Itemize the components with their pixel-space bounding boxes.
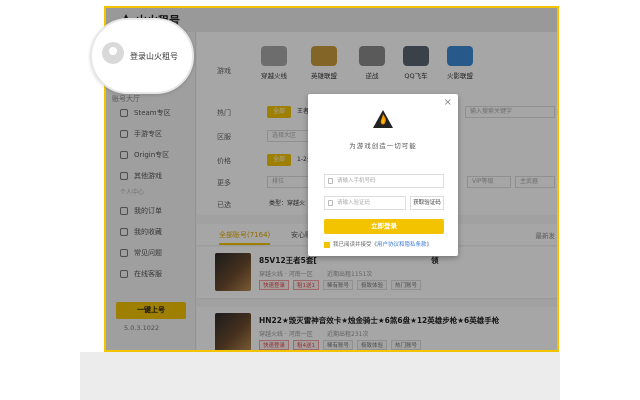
agreement-row: 我已阅读并接受《用户协议和隐私条款》 — [324, 240, 432, 248]
login-submit-button[interactable]: 立即登录 — [324, 219, 444, 234]
phone-icon — [328, 178, 333, 184]
phone-placeholder: 请输入手机号码 — [337, 178, 376, 184]
dialog-tagline: 为游戏创造一切可能 — [349, 142, 417, 150]
get-code-button[interactable]: 获取验证码 — [410, 196, 444, 210]
terms-link[interactable]: 用户协议和隐私条款 — [377, 242, 427, 248]
login-badge-callout[interactable]: 登录山火租号 — [90, 18, 194, 94]
background-panel — [80, 352, 560, 400]
flame-mountain-logo-icon — [373, 110, 393, 128]
close-icon[interactable]: × — [444, 97, 452, 108]
verification-code-field[interactable]: 请输入验证码 — [324, 196, 406, 210]
phone-field[interactable]: 请输入手机号码 — [324, 174, 444, 188]
agreement-checkbox[interactable] — [324, 241, 330, 248]
lock-icon — [328, 200, 333, 206]
screenshot-stage: 山火租号 账号大厅 Steam专区 手游专区 Origin专区 其他游戏 — [0, 0, 640, 400]
login-prompt-text: 登录山火租号 — [130, 52, 178, 61]
login-dialog: × 为游戏创造一切可能 请输入手机号码 请输入验证码 获取验证码 立即登录 我已… — [308, 94, 458, 256]
code-placeholder: 请输入验证码 — [337, 200, 371, 206]
agreement-prefix: 我已阅读并接受《 — [333, 242, 378, 248]
avatar — [102, 42, 124, 64]
agreement-suffix: 》 — [426, 242, 433, 248]
